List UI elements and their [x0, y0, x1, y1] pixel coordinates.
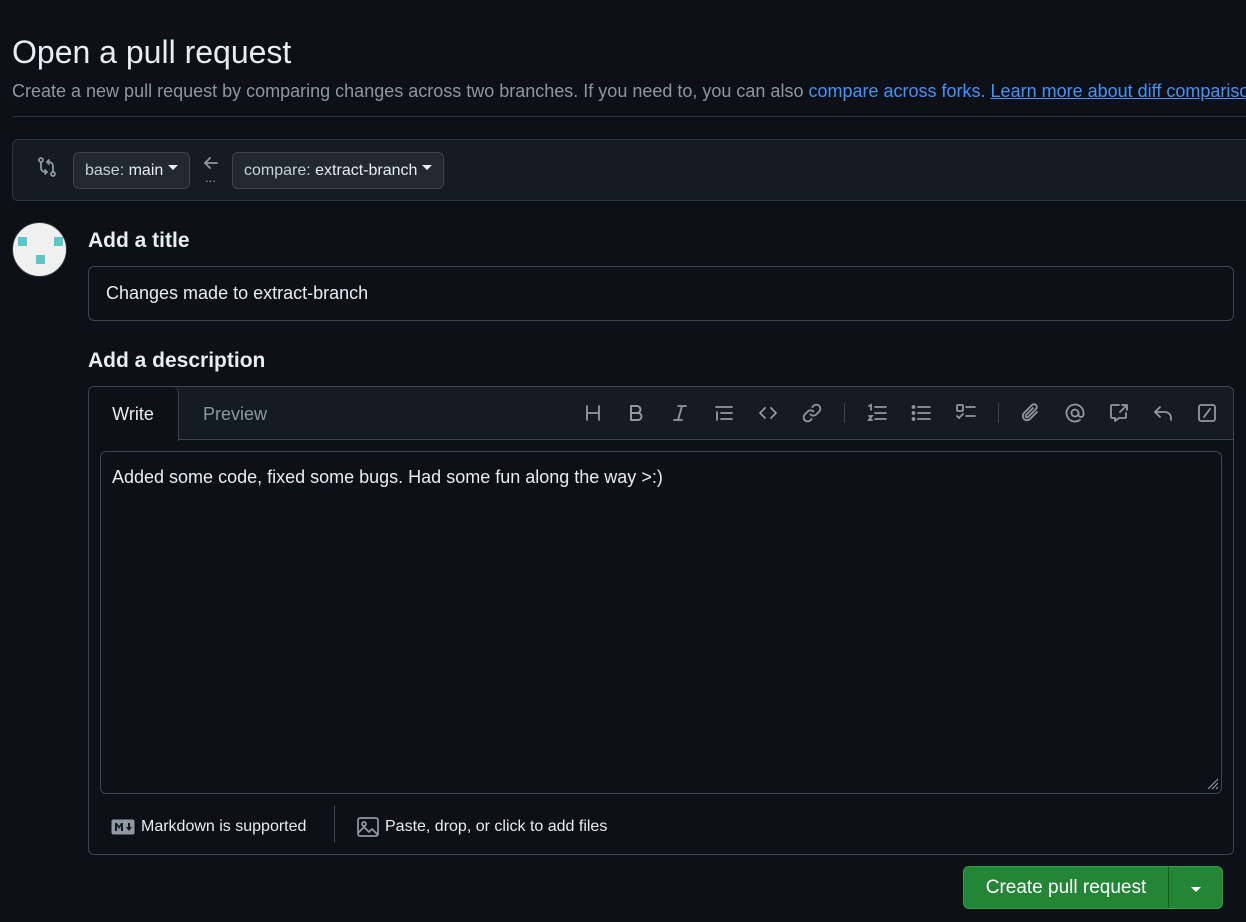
description-textarea[interactable]: Added some code, fixed some bugs. Had so… — [100, 451, 1222, 794]
learn-more-link[interactable]: Learn more about diff comparisons — [991, 81, 1246, 101]
editor-footer: Markdown is supported Paste, drop, or cl… — [89, 805, 1233, 854]
reply-icon[interactable] — [1151, 401, 1175, 425]
base-branch-name: main — [128, 161, 164, 179]
code-icon[interactable] — [756, 401, 780, 425]
cross-reference-icon[interactable] — [1107, 401, 1131, 425]
editor-toolbar: Write Preview — [89, 387, 1233, 441]
caret-down-icon — [422, 165, 433, 170]
resize-handle-icon[interactable] — [1205, 776, 1219, 790]
attach-note: Paste, drop, or click to add files — [385, 818, 608, 835]
create-pull-request-group: Create pull request — [963, 866, 1223, 909]
branch-range-bar: base: main ... compare: extract-branch — [12, 139, 1246, 201]
header-divider — [12, 116, 1246, 117]
markdown-icon — [111, 819, 135, 835]
attach-files-button[interactable]: Paste, drop, or click to add files — [357, 815, 607, 839]
description-editor: Write Preview Added some code, fixed som… — [88, 386, 1234, 855]
create-pull-request-button[interactable]: Create pull request — [964, 867, 1168, 908]
bold-icon[interactable] — [624, 401, 648, 425]
caret-down-icon — [168, 165, 179, 170]
task-list-icon[interactable] — [954, 401, 978, 425]
caret-down-icon — [1191, 887, 1201, 892]
italic-icon[interactable] — [668, 401, 692, 425]
image-icon — [357, 817, 379, 837]
page-title: Open a pull request — [12, 34, 292, 70]
tab-write[interactable]: Write — [89, 387, 179, 441]
slash-command-icon[interactable] — [1195, 401, 1219, 425]
compare-forks-link[interactable]: compare across forks. — [808, 81, 985, 101]
markdown-note: Markdown is supported — [141, 818, 307, 835]
quote-icon[interactable] — [712, 401, 736, 425]
tab-preview[interactable]: Preview — [189, 387, 281, 441]
mention-icon[interactable] — [1063, 401, 1087, 425]
range-ellipsis: ... — [205, 170, 216, 185]
subtitle-text: Create a new pull request by comparing c… — [12, 81, 809, 101]
avatar-pixel — [18, 237, 27, 246]
base-branch-selector[interactable]: base: main — [73, 152, 191, 189]
title-input[interactable] — [88, 266, 1234, 321]
base-prefix: base: — [85, 161, 125, 179]
avatar — [12, 222, 67, 277]
avatar-pixel — [54, 237, 63, 246]
avatar-pixel — [36, 255, 45, 264]
footer-divider — [334, 805, 335, 843]
heading-icon[interactable] — [581, 401, 605, 425]
title-label: Add a title — [88, 229, 190, 252]
link-icon[interactable] — [800, 401, 824, 425]
markdown-supported-link[interactable]: Markdown is supported — [111, 815, 306, 839]
git-compare-icon — [38, 157, 56, 177]
unordered-list-icon[interactable] — [909, 401, 933, 425]
compare-branch-selector[interactable]: compare: extract-branch — [232, 152, 445, 189]
create-options-dropdown[interactable] — [1169, 867, 1222, 908]
description-label: Add a description — [88, 349, 266, 372]
toolbar-divider — [844, 403, 845, 423]
compare-prefix: compare: — [244, 161, 311, 179]
attach-icon[interactable] — [1019, 401, 1043, 425]
compare-branch-name: extract-branch — [315, 161, 418, 179]
ordered-list-icon[interactable] — [865, 401, 889, 425]
toolbar-divider — [998, 403, 999, 423]
page-subtitle: Create a new pull request by comparing c… — [12, 81, 1246, 102]
